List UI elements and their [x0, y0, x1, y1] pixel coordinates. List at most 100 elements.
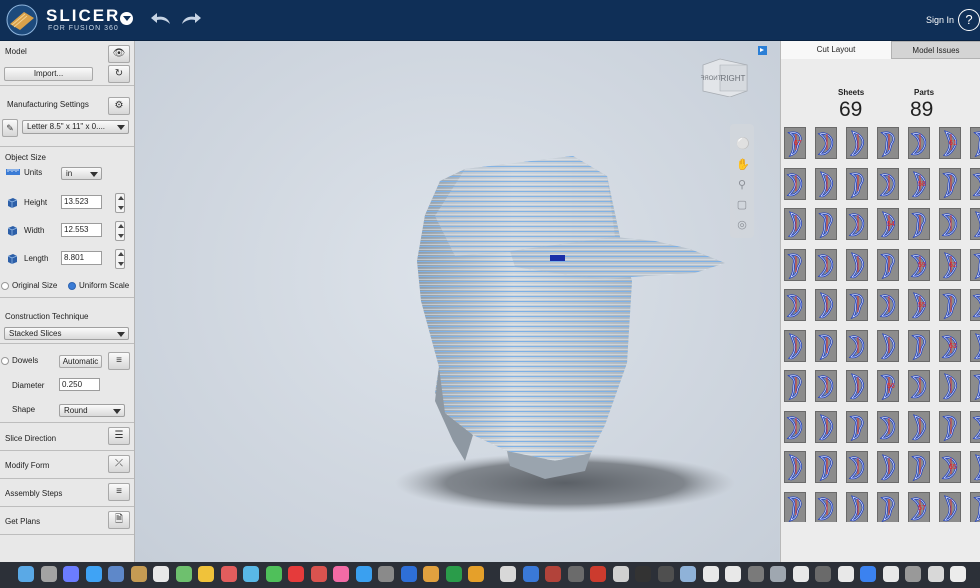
dock-app-icon[interactable]: [725, 566, 741, 582]
cut-sheet-thumbnail[interactable]: [939, 491, 961, 522]
cut-sheet-thumbnail[interactable]: [970, 167, 980, 200]
cut-sheet-thumbnail[interactable]: [846, 491, 868, 522]
dock-app-icon[interactable]: [355, 566, 372, 582]
cut-sheet-thumbnail[interactable]: [784, 451, 806, 483]
dowels-automatic-button[interactable]: Automatic: [59, 355, 102, 368]
cut-sheet-thumbnail[interactable]: [815, 248, 837, 281]
cut-sheet-thumbnail[interactable]: [815, 127, 837, 159]
dowels-radio[interactable]: [1, 357, 9, 365]
cut-sheet-thumbnail[interactable]: [877, 167, 899, 200]
cut-sheet-thumbnail[interactable]: [939, 289, 961, 321]
dock-app-icon[interactable]: [905, 566, 921, 582]
cut-sheet-thumbnail[interactable]: [908, 451, 930, 483]
cut-sheet-thumbnail[interactable]: [846, 167, 868, 200]
dock-app-icon[interactable]: [108, 566, 124, 582]
cut-sheet-thumbnail[interactable]: [970, 248, 980, 281]
cut-sheet-thumbnail[interactable]: [877, 248, 899, 281]
slice-direction-button[interactable]: ☰: [108, 427, 130, 445]
sheet-size-select[interactable]: Letter 8.5" x 11" x 0....: [22, 120, 129, 134]
dowel-shape-select[interactable]: Round: [59, 404, 125, 417]
dock-app-icon[interactable]: [220, 566, 237, 582]
dock-app-icon[interactable]: [288, 566, 304, 582]
cut-sheet-thumbnail[interactable]: [877, 127, 899, 159]
cut-sheet-thumbnail[interactable]: [846, 127, 868, 159]
collapse-panel-icon[interactable]: [758, 46, 767, 55]
cut-sheet-thumbnail[interactable]: [784, 248, 806, 281]
cut-sheet-thumbnail[interactable]: [815, 451, 837, 483]
orbit-icon[interactable]: ⚪: [736, 138, 750, 150]
undo-icon[interactable]: [150, 11, 172, 27]
dock-app-icon[interactable]: [680, 566, 696, 582]
dock-app-icon[interactable]: [635, 566, 651, 582]
dock-app-icon[interactable]: [545, 566, 561, 582]
dock-app-icon[interactable]: [612, 566, 629, 582]
cut-sheet-thumbnail[interactable]: 59: [908, 248, 930, 281]
cut-sheet-thumbnail[interactable]: [939, 167, 961, 200]
dock-app-icon[interactable]: [927, 566, 944, 582]
cut-sheet-thumbnail[interactable]: [815, 410, 837, 443]
dock-app-icon[interactable]: [860, 566, 876, 582]
cut-sheet-thumbnail[interactable]: [939, 370, 961, 402]
construction-technique-select[interactable]: Stacked Slices: [4, 327, 129, 340]
cut-sheet-thumbnail[interactable]: [970, 208, 980, 240]
cut-sheet-thumbnail[interactable]: [846, 208, 868, 240]
cut-sheet-thumbnail[interactable]: [784, 410, 806, 443]
cut-sheet-thumbnail[interactable]: [846, 248, 868, 281]
dock-app-icon[interactable]: [468, 566, 484, 582]
dock-app-icon[interactable]: [950, 566, 966, 582]
refresh-button[interactable]: ↻: [108, 65, 130, 83]
dock-app-icon[interactable]: [567, 566, 584, 582]
get-plans-button[interactable]: 🗎: [108, 511, 130, 529]
cut-sheet-thumbnail[interactable]: [846, 451, 868, 483]
dock-app-icon[interactable]: [153, 566, 169, 582]
dock-app-icon[interactable]: [882, 566, 899, 582]
toggle-visibility-button[interactable]: 👁: [108, 45, 130, 63]
dock-app-icon[interactable]: [657, 566, 674, 582]
cut-sheet-thumbnail[interactable]: [970, 370, 980, 402]
original-size-radio[interactable]: [1, 282, 9, 290]
cut-sheet-thumbnail[interactable]: 57: [908, 491, 930, 522]
cut-sheet-thumbnail[interactable]: [784, 329, 806, 362]
cut-sheet-thumbnail[interactable]: 62: [939, 248, 961, 281]
dock-app-icon[interactable]: [310, 566, 327, 582]
cut-sheet-thumbnail[interactable]: [970, 410, 980, 443]
cut-sheet-thumbnail[interactable]: [970, 451, 980, 483]
cut-sheet-thumbnail[interactable]: [970, 289, 980, 321]
dock-app-icon[interactable]: [815, 566, 831, 582]
dock-app-icon[interactable]: [85, 566, 102, 582]
cut-sheet-thumbnail[interactable]: [784, 370, 806, 402]
fit-view-icon[interactable]: ▢: [736, 199, 748, 211]
dock-app-icon[interactable]: [770, 566, 786, 582]
dock-app-icon[interactable]: [423, 566, 439, 582]
dock-app-icon[interactable]: [175, 566, 192, 582]
cut-sheet-thumbnail[interactable]: 65: [939, 451, 961, 483]
dock-app-icon[interactable]: [702, 566, 719, 582]
length-input[interactable]: 8.801: [61, 251, 102, 265]
manufacturing-settings-button[interactable]: ⚙: [108, 97, 130, 115]
cut-sheet-thumbnail[interactable]: 63: [939, 329, 961, 362]
dock-app-icon[interactable]: [198, 566, 214, 582]
redo-icon[interactable]: [180, 11, 202, 27]
cut-sheet-thumbnail[interactable]: [877, 410, 899, 443]
dock-app-icon[interactable]: [378, 566, 394, 582]
zoom-icon[interactable]: ⚲: [736, 179, 748, 191]
cut-sheet-thumbnail[interactable]: [815, 370, 837, 402]
get-plans-row[interactable]: Get Plans 🗎: [0, 507, 134, 535]
assembly-steps-button[interactable]: ≡: [108, 483, 130, 501]
cut-sheet-thumbnail[interactable]: [815, 289, 837, 321]
edit-sheet-button[interactable]: ✎: [2, 119, 18, 137]
cut-sheet-thumbnail[interactable]: [939, 208, 961, 240]
height-input[interactable]: 13.523: [61, 195, 102, 209]
cut-sheet-thumbnail[interactable]: [784, 167, 806, 200]
3d-viewport[interactable]: [135, 41, 779, 562]
dock-app-icon[interactable]: [747, 566, 764, 582]
cut-sheet-thumbnail[interactable]: [908, 127, 930, 159]
dock-app-icon[interactable]: [522, 566, 539, 582]
dock-app-icon[interactable]: [130, 566, 147, 582]
dock-app-icon[interactable]: [243, 566, 259, 582]
dock-app-icon[interactable]: [333, 566, 349, 582]
cut-sheet-thumbnail[interactable]: [784, 491, 806, 522]
length-stepper[interactable]: [115, 249, 125, 269]
cut-sheet-thumbnail[interactable]: [939, 410, 961, 443]
cut-sheet-thumbnail[interactable]: [877, 451, 899, 483]
